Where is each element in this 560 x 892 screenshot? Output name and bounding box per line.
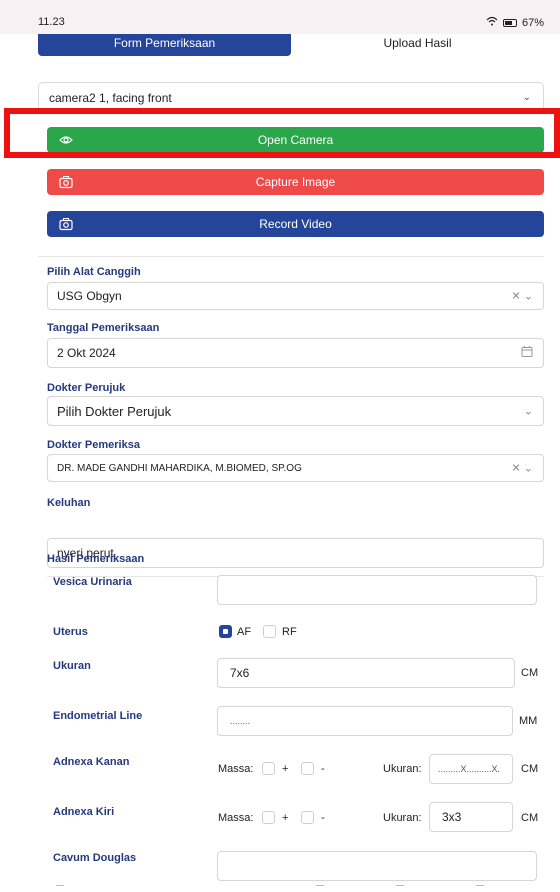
record-video-label: Record Video bbox=[259, 217, 332, 231]
perujuk-label: Dokter Perujuk bbox=[47, 382, 126, 394]
endometrial-unit: MM bbox=[519, 715, 538, 727]
hasil-title: Hasil Pemeriksaan bbox=[47, 553, 145, 565]
tanggal-input[interactable]: 2 Okt 2024 bbox=[47, 338, 544, 368]
capture-image-label: Capture Image bbox=[255, 175, 336, 189]
adnexa-kanan-ukuran-input[interactable]: .........X..........X. bbox=[429, 754, 513, 784]
adnexa-kanan-label: Adnexa Kanan bbox=[53, 756, 130, 768]
adnexa-kanan-ukuran-label: Ukuran: bbox=[383, 763, 422, 775]
perujuk-select[interactable]: Pilih Dokter Perujuk ⌄ bbox=[47, 396, 544, 426]
clear-chevron-icon[interactable]: ✕ ⌄ bbox=[512, 462, 534, 475]
nav-menu-icon[interactable] bbox=[316, 885, 324, 890]
adnexa-kiri-plus-label: + bbox=[282, 812, 289, 824]
divider bbox=[38, 256, 544, 257]
cavum-label: Cavum Douglas bbox=[53, 852, 137, 864]
ukuran-label: Ukuran bbox=[53, 660, 91, 672]
endometrial-label: Endometrial Line bbox=[53, 710, 143, 722]
adnexa-kanan-plus-checkbox[interactable] bbox=[262, 762, 275, 775]
calendar-icon[interactable] bbox=[521, 346, 533, 361]
camera-select-value: camera2 1, facing front bbox=[49, 91, 172, 105]
adnexa-kanan-unit: CM bbox=[521, 763, 539, 775]
vesica-input[interactable] bbox=[217, 575, 537, 605]
adnexa-kiri-label: Adnexa Kiri bbox=[53, 806, 115, 818]
tanggal-value: 2 Okt 2024 bbox=[57, 346, 116, 360]
uterus-rf-checkbox[interactable] bbox=[263, 625, 276, 638]
perujuk-placeholder: Pilih Dokter Perujuk bbox=[57, 403, 172, 419]
tab-form-pemeriksaan[interactable]: Form Pemeriksaan bbox=[38, 34, 291, 56]
highlight-box bbox=[4, 108, 560, 158]
pemeriksa-value: DR. MADE GANDHI MAHARDIKA, M.BIOMED, SP.… bbox=[57, 462, 302, 474]
battery-icon bbox=[502, 18, 517, 27]
uterus-label: Uterus bbox=[53, 626, 88, 638]
camera-icon bbox=[59, 175, 73, 189]
uterus-af-checkbox[interactable] bbox=[219, 625, 232, 638]
android-nav-bar bbox=[0, 884, 560, 892]
alat-value: USG Obgyn bbox=[57, 289, 122, 303]
wifi-icon bbox=[486, 16, 498, 29]
uterus-rf-label: RF bbox=[282, 626, 297, 638]
adnexa-kiri-ukuran-input[interactable]: 3x3 bbox=[429, 802, 513, 832]
adnexa-kanan-minus-label: - bbox=[321, 763, 325, 775]
camera-icon bbox=[59, 217, 73, 231]
tab-upload-hasil[interactable]: Upload Hasil bbox=[291, 34, 544, 56]
status-bar: 11.23 67% bbox=[0, 0, 560, 34]
pemeriksa-label: Dokter Pemeriksa bbox=[47, 439, 140, 451]
form-tabs: Form Pemeriksaan Upload Hasil bbox=[38, 34, 544, 56]
tanggal-label: Tanggal Pemeriksaan bbox=[47, 322, 160, 334]
chevron-down-icon: ⌄ bbox=[523, 405, 533, 418]
status-time: 11.23 bbox=[38, 16, 65, 28]
adnexa-kanan-minus-checkbox[interactable] bbox=[301, 762, 314, 775]
cavum-input[interactable] bbox=[217, 851, 537, 881]
alat-select[interactable]: USG Obgyn ✕ ⌄ bbox=[47, 282, 544, 310]
adnexa-kiri-minus-checkbox[interactable] bbox=[301, 811, 314, 824]
pemeriksa-select[interactable]: DR. MADE GANDHI MAHARDIKA, M.BIOMED, SP.… bbox=[47, 454, 544, 482]
nav-hint-icon bbox=[56, 885, 64, 890]
adnexa-kiri-plus-checkbox[interactable] bbox=[262, 811, 275, 824]
nav-back-icon[interactable] bbox=[476, 885, 484, 890]
adnexa-kiri-unit: CM bbox=[521, 812, 539, 824]
keluhan-label: Keluhan bbox=[47, 497, 91, 509]
adnexa-kanan-massa-label: Massa: bbox=[218, 763, 254, 775]
adnexa-kiri-massa-label: Massa: bbox=[218, 812, 254, 824]
ukuran-unit: CM bbox=[521, 667, 539, 679]
adnexa-kiri-minus-label: - bbox=[321, 812, 325, 824]
adnexa-kanan-plus-label: + bbox=[282, 763, 289, 775]
battery-level: 67% bbox=[521, 16, 544, 29]
adnexa-kiri-ukuran-label: Ukuran: bbox=[383, 812, 422, 824]
clear-chevron-icon[interactable]: ✕ ⌄ bbox=[512, 290, 534, 303]
record-video-button[interactable]: Record Video bbox=[47, 211, 544, 237]
ukuran-input[interactable]: 7x6 bbox=[217, 658, 515, 688]
chevron-down-icon: ⌄ bbox=[522, 92, 531, 103]
uterus-af-label: AF bbox=[237, 626, 252, 638]
nav-home-icon[interactable] bbox=[396, 885, 404, 890]
status-icons: 67% bbox=[486, 16, 544, 29]
vesica-label: Vesica Urinaria bbox=[53, 576, 132, 588]
alat-label: Pilih Alat Canggih bbox=[47, 266, 141, 278]
capture-image-button[interactable]: Capture Image bbox=[47, 169, 544, 195]
endometrial-input[interactable]: ........ bbox=[217, 706, 513, 736]
